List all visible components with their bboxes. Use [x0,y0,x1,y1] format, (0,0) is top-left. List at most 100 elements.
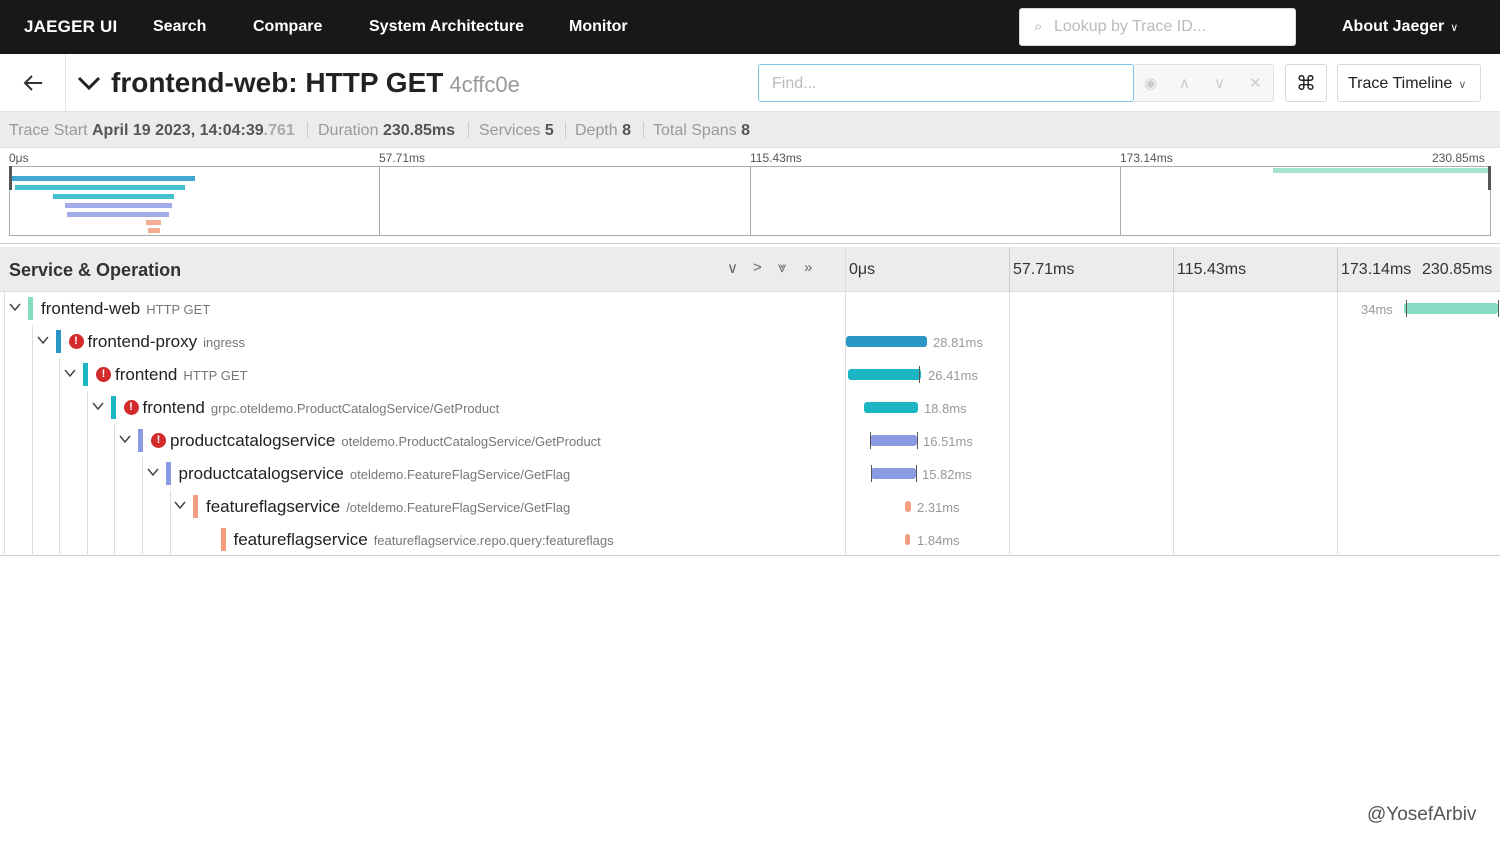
span-name[interactable]: featureflagservice featureflagservice.rep… [234,530,614,550]
span-row[interactable]: featureflagservice featureflagservice.rep… [0,523,1500,556]
tree-guide-line [32,490,33,523]
operation-name: ingress [203,335,246,350]
total-spans-value: 8 [741,122,750,139]
minimap-span-bar [148,228,160,233]
span-row[interactable]: featureflagservice/oteldemo.FeatureFlagS… [0,490,1500,523]
span-bar[interactable] [846,336,927,347]
span-row[interactable]: frontend-web HTTP GET 34ms [0,292,1500,325]
chevron-down-icon[interactable] [8,300,22,314]
span-name[interactable]: frontend-proxy ingress [88,332,246,352]
service-color-bar [110,396,116,419]
chevron-down-icon[interactable] [63,366,77,380]
trace-total-spans: Total Spans 8 [653,122,750,140]
duration-value: 230.85ms [382,122,455,139]
span-row[interactable]: ! productcatalogservice oteldemo.ProductCa… [0,424,1500,457]
back-button[interactable] [0,54,66,112]
span-row[interactable]: ! frontend grpc.oteldemo.ProductCatalogSer… [0,391,1500,424]
nav-monitor[interactable]: Monitor [569,18,628,36]
error-icon: ! [123,400,139,415]
divider [468,122,469,138]
span-name[interactable]: featureflagservice/oteldemo.FeatureFlagS… [206,497,570,517]
divider [565,122,566,138]
tree-guide-line [32,391,33,424]
divider [0,243,1500,244]
span-row[interactable]: ! frontend-proxy ingress 28.81ms [0,325,1500,358]
tree-guide-line [142,457,143,490]
search-icon: ⌕ [1034,18,1043,35]
service-name: featureflagservice [233,530,368,549]
service-color-bar [220,528,226,551]
nav-system-architecture[interactable]: System Architecture [369,18,524,36]
find-input[interactable] [772,73,1122,95]
collapse-chevron-icon[interactable] [76,70,102,96]
chevron-down-icon[interactable] [91,399,105,413]
chevron-down-icon: ∨ [1450,22,1459,34]
operation-name: HTTP GET [146,302,211,317]
divider [643,122,644,138]
trace-id-input[interactable] [1054,15,1284,39]
minimap-span-bar [1273,168,1489,173]
timeline-tick: 0μs [849,261,876,278]
trace-start-ms: .761 [263,122,295,139]
span-log-marker [917,432,918,449]
expand-all-icon[interactable]: » [804,259,812,276]
minimap-span-bar [53,194,174,199]
span-bar[interactable] [870,435,917,446]
view-mode-select[interactable]: Trace Timeline ∨ [1337,64,1481,102]
span-name[interactable]: productcatalogservice oteldemo.FeatureFla… [179,464,571,484]
chevron-down-icon[interactable] [173,498,187,512]
span-name[interactable]: productcatalogservice oteldemo.ProductCat… [170,431,601,451]
arrow-left-icon [23,75,42,91]
divider [307,122,308,138]
prev-match-icon[interactable]: ∧ [1179,74,1190,92]
trace-summary: Trace Start April 19 2023, 14:04:39.761 … [0,112,1500,148]
collapse-all-icon[interactable]: ⩔ [778,259,786,276]
span-duration-label: 28.81ms [933,335,983,350]
locate-icon[interactable]: ◉ [1144,74,1157,92]
span-bar[interactable] [905,534,910,545]
total-spans-label: Total Spans [653,122,737,139]
span-duration-label: 34ms [1361,302,1393,317]
collapse-one-icon[interactable]: ∨ [727,259,738,277]
span-duration-label: 18.8ms [924,401,967,416]
span-bar[interactable] [1404,303,1498,314]
tree-guide-line [87,457,88,490]
trace-minimap[interactable]: 0μs 57.71ms 115.43ms 173.14ms 230.85ms [0,148,1500,244]
about-jaeger-menu[interactable]: About Jaeger ∨ [1342,18,1458,36]
next-match-icon[interactable]: ∨ [1214,74,1225,92]
span-bar[interactable] [864,402,918,413]
span-bar[interactable] [871,468,916,479]
timeline-gridline [1337,247,1338,292]
keyboard-shortcuts-button[interactable]: ⌘ [1285,64,1327,102]
span-bar[interactable] [848,369,921,380]
nav-search[interactable]: Search [153,18,206,36]
span-name[interactable]: frontend grpc.oteldemo.ProductCatalogServ… [143,398,500,418]
chevron-down-icon[interactable] [118,432,132,446]
expand-one-icon[interactable]: > [753,259,762,276]
about-jaeger-label: About Jaeger [1342,18,1445,35]
minimap-left-handle[interactable] [9,166,12,190]
find-controls: ◉ ∧ ∨ ✕ [1134,64,1274,102]
service-name: frontend-web [41,299,141,318]
depth-label: Depth [575,122,618,139]
minimap-tick: 0μs [9,151,29,165]
minimap-right-handle[interactable] [1488,166,1491,190]
page-title: frontend-web: HTTP GET 4cffc0e [111,67,520,99]
span-row[interactable]: productcatalogservice oteldemo.FeatureFla… [0,457,1500,490]
minimap-span-bar [10,176,195,181]
span-name[interactable]: frontend HTTP GET [115,365,247,385]
nav-compare[interactable]: Compare [253,18,322,36]
minimap-tick: 115.43ms [750,151,802,165]
span-name[interactable]: frontend-web HTTP GET [41,299,210,319]
chevron-down-icon[interactable] [36,333,50,347]
brand-logo[interactable]: JAEGER UI [24,17,117,37]
service-color-bar [193,495,198,518]
clear-search-icon[interactable]: ✕ [1249,74,1262,92]
tree-guide-line [87,490,88,523]
chevron-down-icon[interactable] [146,465,160,479]
span-duration-label: 1.84ms [917,533,960,548]
tree-guide-line [32,523,33,556]
span-row[interactable]: ! frontend HTTP GET 26.41ms [0,358,1500,391]
tree-guide-line [4,424,5,457]
span-bar[interactable] [905,501,911,512]
